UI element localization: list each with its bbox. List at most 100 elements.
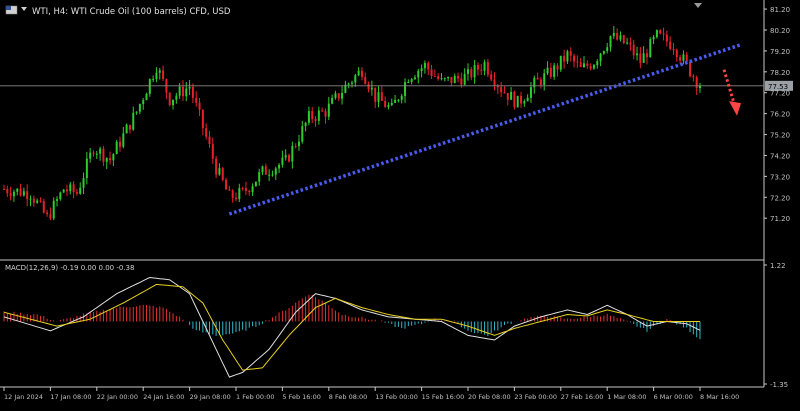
candle-body	[636, 53, 639, 56]
candle-body	[3, 188, 5, 190]
candle-body	[175, 95, 178, 100]
candle-body	[612, 32, 615, 37]
candle-body	[629, 42, 632, 45]
shift-marker-icon[interactable]	[694, 3, 702, 8]
candle-body	[606, 47, 609, 52]
trading-chart[interactable]: WTI, H4: WTI Crude Oil (100 barrels) CFD…	[0, 0, 800, 407]
candle-body	[427, 63, 430, 70]
candle-body	[254, 181, 257, 187]
candle-body	[22, 191, 25, 196]
candle-body	[258, 172, 261, 182]
candle-body	[394, 100, 397, 103]
time-tick-label: 6 Mar 00:00	[654, 393, 693, 401]
macd-signal-line	[3, 283, 700, 371]
candle-body	[447, 76, 450, 79]
candle-body	[158, 70, 161, 73]
candle-body	[576, 61, 579, 63]
candle-body	[62, 189, 65, 193]
symbol-flag-icon-stripe	[6, 6, 11, 10]
candle-body	[221, 168, 224, 181]
candle-body	[122, 133, 125, 147]
candle-body	[503, 92, 506, 94]
candle-body	[493, 79, 496, 86]
time-tick-label: 17 Jan 08:00	[50, 393, 91, 401]
candle-body	[128, 124, 131, 130]
candle-body	[26, 191, 29, 200]
candle-body	[225, 180, 228, 190]
candle-body	[347, 83, 350, 85]
candle-body	[536, 77, 539, 80]
chart-canvas[interactable]: WTI, H4: WTI Crude Oil (100 barrels) CFD…	[0, 0, 800, 407]
candles	[3, 25, 701, 221]
candle-body	[132, 112, 135, 130]
candle-body	[662, 33, 665, 35]
candle-body	[99, 148, 102, 154]
candle-body	[420, 68, 423, 72]
time-tick-label: 1 Mar 08:00	[607, 393, 646, 401]
candle-body	[510, 91, 513, 100]
candle-body	[95, 153, 98, 155]
candle-body	[672, 48, 675, 50]
candle-body	[404, 82, 407, 96]
candle-body	[82, 178, 85, 188]
candle-body	[526, 97, 529, 102]
time-tick-label: 22 Jan 00:00	[97, 393, 138, 401]
candle-body	[682, 54, 685, 61]
candle-body	[261, 166, 264, 173]
candle-body	[679, 57, 682, 61]
price-tick-label: 71.20	[770, 215, 790, 223]
candle-body	[334, 93, 337, 98]
candle-body	[566, 51, 569, 62]
macd-tick-label: -1.35	[770, 381, 788, 389]
candle-body	[351, 82, 353, 84]
candle-body	[297, 141, 300, 147]
candle-body	[327, 103, 330, 117]
bearish-arrow-head-icon[interactable]	[729, 101, 741, 116]
candle-body	[52, 200, 55, 219]
time-tick-label: 8 Mar 16:00	[700, 393, 739, 401]
candle-body	[115, 141, 118, 155]
candle-body	[6, 189, 9, 194]
candle-body	[596, 61, 599, 66]
candle-body	[235, 197, 237, 200]
symbol-title: WTI, H4: WTI Crude Oil (100 barrels) CFD…	[32, 7, 231, 17]
candle-body	[467, 69, 469, 74]
candle-body	[46, 212, 49, 215]
candle-body	[417, 71, 420, 78]
candle-body	[248, 190, 251, 193]
candle-body	[79, 187, 82, 194]
candle-body	[284, 155, 287, 158]
candle-body	[324, 111, 327, 117]
candle-body	[520, 95, 523, 104]
candle-body	[599, 53, 602, 62]
candle-body	[119, 141, 121, 147]
candle-body	[42, 201, 45, 213]
time-tick-label: 8 Feb 08:00	[329, 393, 368, 401]
candle-body	[453, 75, 456, 84]
candle-body	[304, 122, 307, 127]
candle-body	[354, 75, 357, 83]
candle-body	[480, 69, 483, 71]
dropdown-arrow-icon[interactable]	[21, 7, 27, 11]
candle-body	[450, 76, 453, 84]
candle-body	[500, 87, 503, 93]
candle-body	[231, 190, 234, 198]
candle-body	[274, 168, 277, 175]
time-tick-label: 20 Feb 08:00	[468, 393, 511, 401]
candle-body	[72, 184, 75, 193]
candle-body	[440, 78, 443, 80]
time-axis: 12 Jan 2024 17 Jan 08:00 22 Jan 00:00 24 Ja…	[3, 387, 739, 401]
candle-body	[513, 91, 516, 108]
time-tick-label: 23 Feb 00:00	[514, 393, 557, 401]
candle-body	[586, 63, 589, 66]
macd-axis: 1.22 -1.35	[764, 262, 788, 389]
bearish-arrow-shaft[interactable]	[722, 69, 736, 104]
candle-body	[56, 199, 59, 201]
candle-body	[639, 53, 642, 63]
candle-body	[457, 75, 460, 79]
time-tick-label: 12 Jan 2024	[4, 393, 43, 401]
price-tick-label: 75.20	[770, 132, 790, 140]
candle-body	[341, 92, 344, 99]
candle-body	[317, 110, 320, 121]
candle-body	[364, 77, 367, 84]
